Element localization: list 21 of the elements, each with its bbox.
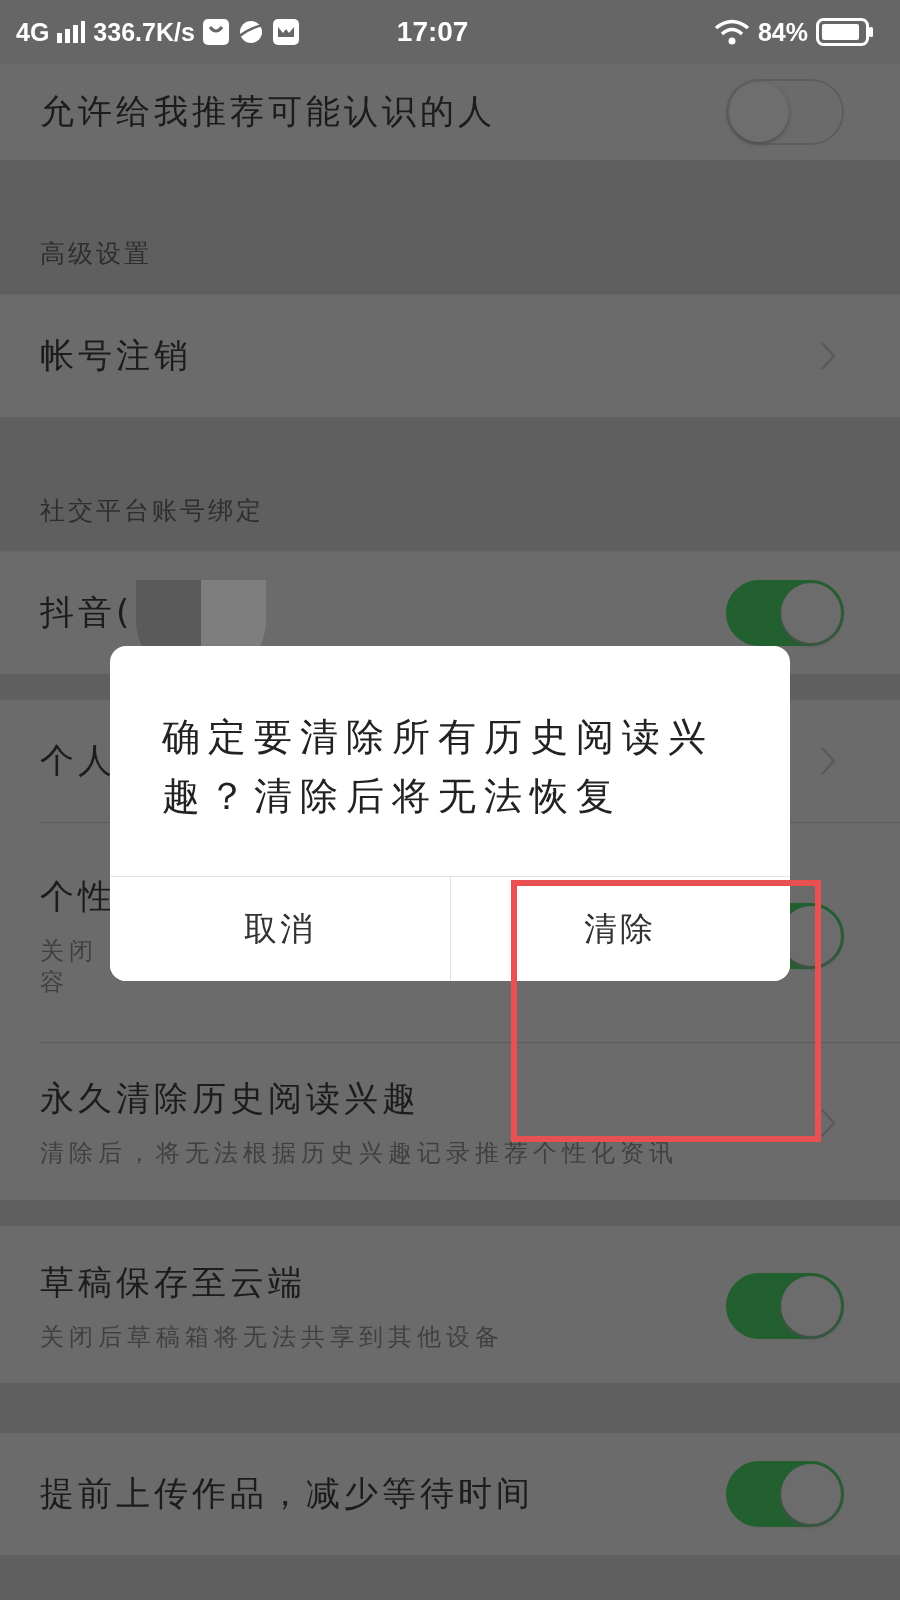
setting-title: 永久清除历史阅读兴趣 [40,1077,420,1121]
battery-icon [816,18,874,46]
setting-title: 个人 [40,739,116,782]
setting-title: 抖音( [40,591,134,634]
battery-percent: 84% [757,17,808,47]
signal-icon [57,21,86,43]
setting-title: 允许给我推荐可能认识的人 [40,90,496,133]
setting-title: 帐号注销 [40,334,192,377]
settings-row[interactable]: 允许给我推荐可能认识的人 [0,64,900,160]
settings-row[interactable]: 提前上传作品，减少等待时间 [0,1432,900,1555]
setting-title: 提前上传作品，减少等待时间 [40,1471,534,1515]
dialog-message: 确定要清除所有历史阅读兴趣？清除后将无法恢复 [161,714,715,820]
settings-row[interactable]: 帐号注销 [0,295,900,417]
clock: 17:07 [396,16,469,48]
chevron-right-icon [820,1107,836,1138]
network-speed: 336.7K/s [93,17,195,47]
dialog-button[interactable]: 清除 [449,877,790,981]
setting-title: 草稿保存至云端 [40,1260,306,1304]
network-type: 4G [16,17,50,47]
bag-icon [202,19,229,45]
wifi-icon [713,19,750,45]
